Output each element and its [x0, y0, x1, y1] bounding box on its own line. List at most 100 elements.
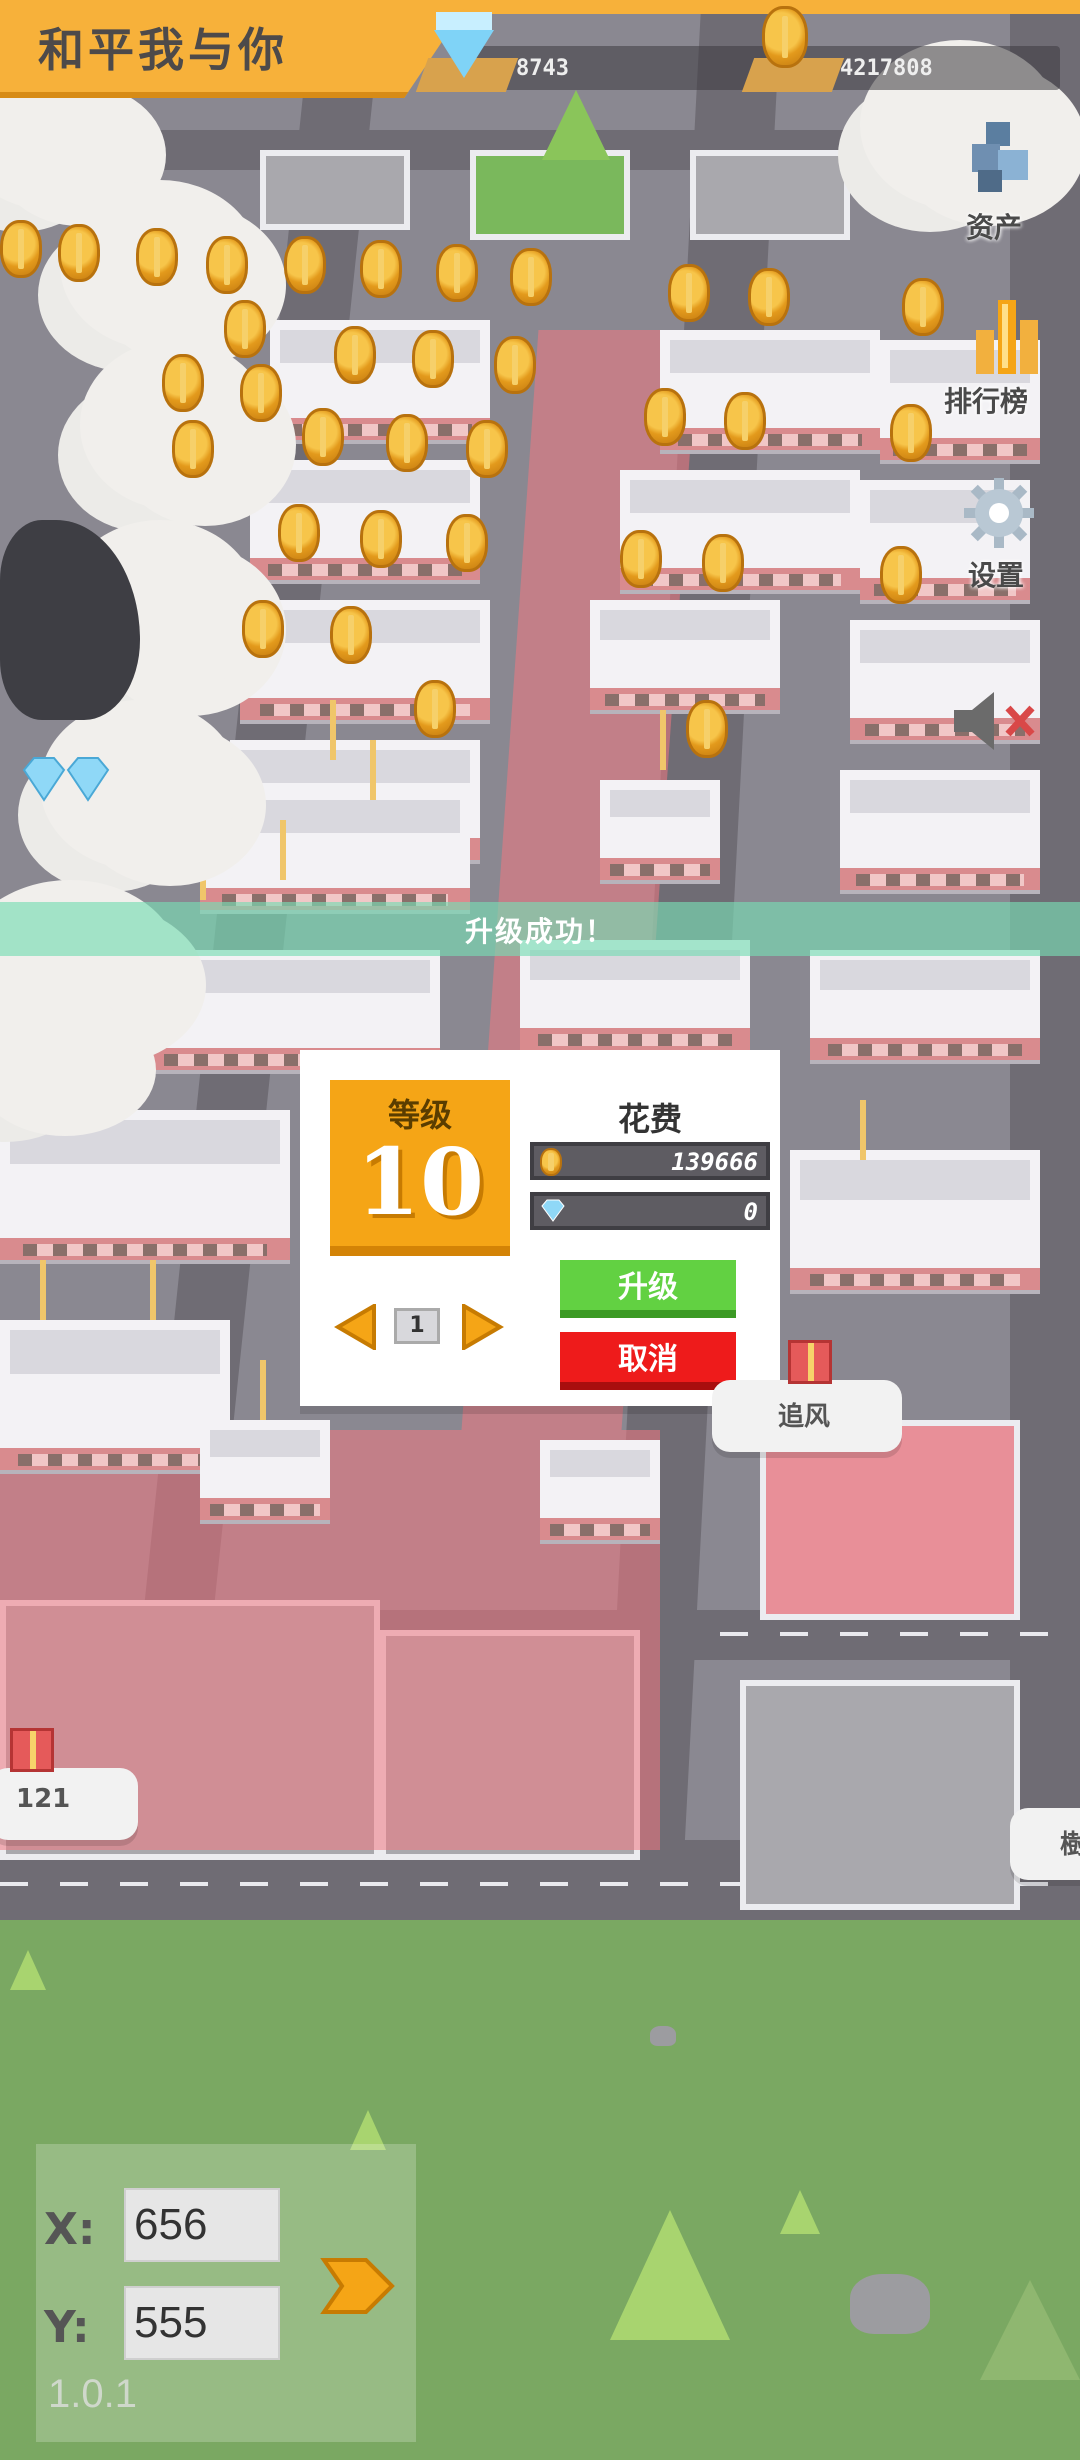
building [540, 1440, 660, 1540]
player-name: 樹 [1060, 1830, 1080, 1860]
coin[interactable] [58, 224, 100, 282]
building [200, 790, 470, 910]
level-value: 10 [355, 1128, 485, 1236]
gift-icon [788, 1340, 832, 1384]
coin[interactable] [446, 514, 488, 572]
coin[interactable] [494, 336, 536, 394]
coin-cost-bar: 139666 [530, 1142, 770, 1180]
gift-icon [10, 1728, 54, 1772]
player-marker[interactable]: 追风 [712, 1340, 902, 1452]
empty-lot [740, 1680, 1020, 1910]
player-title: 和平我与你 [38, 23, 288, 77]
building [590, 600, 780, 710]
coin[interactable] [510, 248, 552, 306]
coin-stack-icon [762, 6, 808, 68]
coin[interactable] [890, 404, 932, 462]
coin[interactable] [360, 510, 402, 568]
y-coordinate-input[interactable]: 555 [124, 2286, 280, 2360]
empty-lot [690, 150, 850, 240]
tree [980, 2280, 1080, 2380]
coin[interactable] [136, 228, 178, 286]
coin[interactable] [748, 268, 790, 326]
diamond-cost-value: 0 [743, 1198, 758, 1226]
tree [10, 1950, 46, 1990]
coin-cost-value: 139666 [671, 1148, 758, 1176]
coin[interactable] [242, 600, 284, 658]
player-name: 追风 [778, 1402, 831, 1432]
antenna [260, 1360, 266, 1420]
coin[interactable] [724, 392, 766, 450]
antenna [150, 1260, 156, 1320]
antenna [280, 820, 286, 880]
ranking-label: 排行榜 [944, 385, 1029, 418]
coin[interactable] [206, 236, 248, 294]
coin[interactable] [360, 240, 402, 298]
diamond-count: 8743 [516, 56, 569, 81]
empty-lot [260, 150, 410, 230]
coin[interactable] [414, 680, 456, 738]
rock [650, 2026, 676, 2046]
coin[interactable] [466, 420, 508, 478]
coin[interactable] [412, 330, 454, 388]
lane-marking [720, 1632, 1080, 1636]
rock [850, 2274, 930, 2334]
coin[interactable] [0, 220, 42, 278]
diamond-cost-bar: 0 [530, 1192, 770, 1230]
building [600, 780, 720, 880]
building [840, 770, 1040, 890]
settings-button[interactable]: 设置 [940, 470, 1060, 600]
upgrade-button[interactable]: 升级 [560, 1260, 736, 1318]
coin[interactable] [668, 264, 710, 322]
x-label: X: [44, 2204, 96, 2255]
diamond-icon [540, 1199, 565, 1225]
antenna [860, 1100, 866, 1160]
coin[interactable] [172, 420, 214, 478]
coin-icon [540, 1148, 562, 1176]
coin[interactable] [240, 364, 282, 422]
go-arrow-button[interactable] [320, 2256, 396, 2316]
previous-arrow-button[interactable] [334, 1302, 380, 1352]
assets-button[interactable]: 资产 [940, 110, 1060, 244]
coin[interactable] [386, 414, 428, 472]
building [0, 1110, 290, 1260]
coin[interactable] [620, 530, 662, 588]
tree [610, 2210, 730, 2340]
antenna [330, 700, 336, 760]
coin[interactable] [224, 300, 266, 358]
coin[interactable] [284, 236, 326, 294]
next-arrow-button[interactable] [458, 1302, 504, 1352]
player-marker[interactable]: 樹 [1010, 1808, 1080, 1880]
building [520, 940, 750, 1050]
building [810, 950, 1040, 1060]
diamond-counter-bar [470, 46, 770, 90]
y-label: Y: [44, 2302, 90, 2353]
antenna [370, 740, 376, 800]
coin[interactable] [278, 504, 320, 562]
tree [780, 2190, 820, 2234]
page-number: 1 [394, 1308, 440, 1344]
coin[interactable] [436, 244, 478, 302]
coin[interactable] [302, 408, 344, 466]
level-box: 等级 10 [330, 1080, 510, 1256]
ranking-button[interactable]: 排行榜 [932, 280, 1052, 420]
cancel-button[interactable]: 取消 [560, 1332, 736, 1390]
coin[interactable] [880, 546, 922, 604]
trophy-chart-icon [972, 290, 1042, 376]
speaker-muted-icon[interactable] [948, 686, 1044, 756]
coin[interactable] [334, 326, 376, 384]
cost-title: 花费 [617, 1100, 682, 1138]
building [790, 1150, 1040, 1290]
coin[interactable] [644, 388, 686, 446]
park-lot [470, 150, 630, 240]
coin[interactable] [330, 606, 372, 664]
building [660, 330, 880, 450]
building [0, 1320, 230, 1470]
x-coordinate-input[interactable]: 656 [124, 2188, 280, 2262]
coin[interactable] [162, 354, 204, 412]
player-marker[interactable]: 121 [0, 1728, 138, 1840]
diamond-icon[interactable] [20, 756, 114, 812]
assets-icon [968, 120, 1034, 196]
coin[interactable] [702, 534, 744, 592]
antenna [40, 1260, 46, 1320]
coin[interactable] [686, 700, 728, 758]
